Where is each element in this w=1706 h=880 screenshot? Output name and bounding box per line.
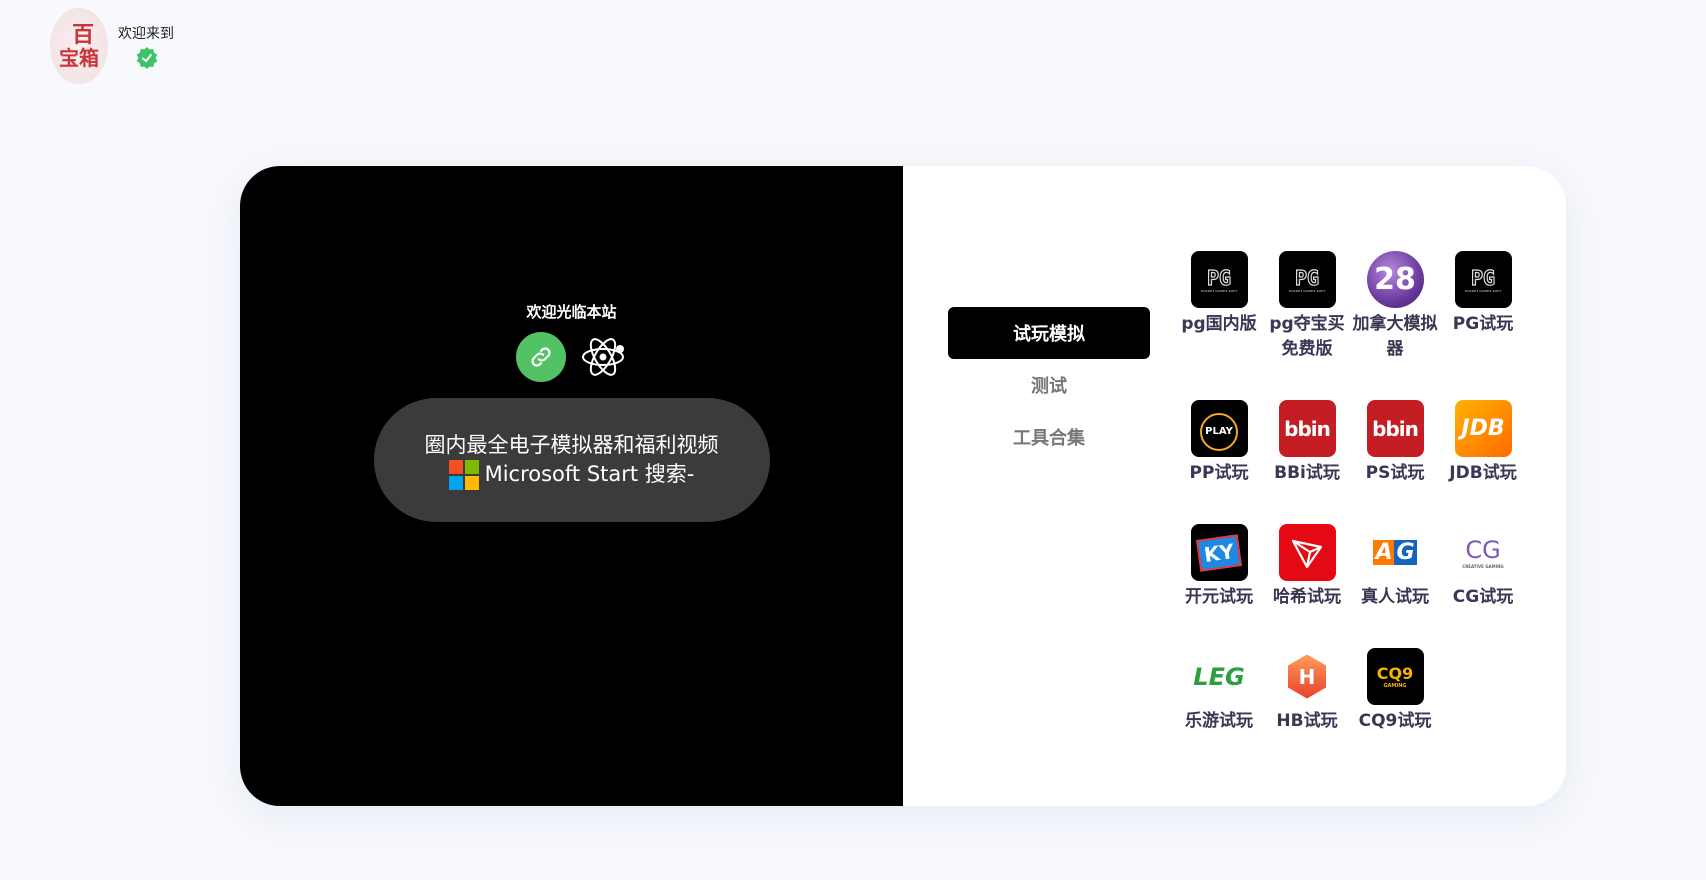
app-cg-trial[interactable]: CG CREATIVE GAMING CG试玩 (1439, 524, 1527, 648)
app-label: HB试玩 (1276, 711, 1338, 731)
pill-text-line1: 圈内最全电子模拟器和福利视频 (424, 432, 719, 457)
atom-icon[interactable] (578, 332, 628, 382)
app-label: 乐游试玩 (1185, 711, 1253, 731)
app-hb-trial[interactable]: H HB试玩 (1263, 648, 1351, 772)
app-label: pg国内版 (1181, 314, 1257, 334)
app-canada-sim[interactable]: 28 加拿大模拟器 (1351, 251, 1439, 400)
app-label: PP试玩 (1189, 463, 1249, 483)
main-card: 欢迎光临本站 圈内最全电子模拟器和福利视频 Microsoft Start 搜索… (240, 166, 1566, 806)
leg-logo-icon: LEG (1190, 648, 1248, 705)
ag-logo-icon: A G (1366, 524, 1424, 581)
app-label: BBi试玩 (1274, 463, 1340, 483)
app-pg-treasure[interactable]: PG POCKET GAMES SOFT pg夺宝买免费版 (1263, 251, 1351, 400)
app-live-trial[interactable]: A G 真人试玩 (1351, 524, 1439, 648)
svg-text:POCKET GAMES SOFT: POCKET GAMES SOFT (1289, 289, 1326, 293)
tron-logo-icon (1278, 524, 1336, 581)
pg-logo-icon: PG POCKET GAMES SOFT (1454, 251, 1512, 308)
microsoft-logo-icon (448, 459, 479, 490)
tab-test[interactable]: 测试 (948, 359, 1150, 411)
site-header: 百 宝 箱 欢迎来到 (50, 8, 174, 84)
pp-play-logo-icon: PLAY (1190, 400, 1248, 457)
bbin-logo-icon: bbin (1366, 400, 1424, 457)
left-panel: 欢迎光临本站 圈内最全电子模拟器和福利视频 Microsoft Start 搜索… (240, 166, 903, 806)
svg-text:POCKET GAMES SOFT: POCKET GAMES SOFT (1201, 289, 1238, 293)
app-pp-trial[interactable]: PLAY PP试玩 (1175, 400, 1263, 524)
app-label: CQ9试玩 (1358, 711, 1432, 731)
tab-trial-sim[interactable]: 试玩模拟 (948, 307, 1150, 359)
svg-text:PG: PG (1295, 266, 1319, 290)
app-bbi-trial[interactable]: bbin BBi试玩 (1263, 400, 1351, 524)
logo-char: 百 (71, 22, 94, 48)
ky-logo-icon: KY (1190, 524, 1248, 581)
app-row: KY 开元试玩 哈希试玩 A G 真人试玩 CG CREATIVE GAMING… (1175, 524, 1535, 648)
pill-text-line2: Microsoft Start 搜索- (484, 462, 695, 486)
app-label: JDB试玩 (1449, 463, 1517, 483)
tab-tools[interactable]: 工具合集 (948, 411, 1150, 463)
pg-logo-icon: PG POCKET GAMES SOFT (1190, 251, 1248, 308)
app-label: CG试玩 (1452, 587, 1514, 607)
canada28-logo-icon: 28 (1366, 251, 1424, 308)
pg-logo-icon: PG POCKET GAMES SOFT (1278, 251, 1336, 308)
pill-line2: Microsoft Start 搜索- (448, 459, 695, 490)
app-hash-trial[interactable]: 哈希试玩 (1263, 524, 1351, 648)
welcome-text: 欢迎来到 (118, 26, 174, 42)
app-label: 哈希试玩 (1273, 587, 1341, 607)
bbin-logo-icon: bbin (1278, 400, 1336, 457)
left-title: 欢迎光临本站 (526, 303, 617, 321)
logo-row: 宝 箱 (59, 48, 99, 68)
promo-pill: 圈内最全电子模拟器和福利视频 Microsoft Start 搜索- (373, 398, 770, 522)
app-ps-trial[interactable]: bbin PS试玩 (1351, 400, 1439, 524)
svg-text:PG: PG (1471, 266, 1495, 290)
cq9-logo-icon: CQ9 GAMING (1366, 648, 1424, 705)
hb-logo-icon: H (1278, 648, 1336, 705)
link-icon[interactable] (515, 332, 566, 382)
jdb-logo-icon: JDB (1454, 400, 1512, 457)
verified-badge-icon (136, 47, 158, 69)
app-label: 真人试玩 (1361, 587, 1429, 607)
app-cq9-trial[interactable]: CQ9 GAMING CQ9试玩 (1351, 648, 1439, 772)
logo-char: 箱 (79, 46, 99, 70)
logo-char: 宝 (59, 46, 79, 70)
app-leyou-trial[interactable]: LEG 乐游试玩 (1175, 648, 1263, 772)
tab-list: 试玩模拟 测试 工具合集 (948, 307, 1150, 463)
welcome-block: 欢迎来到 (118, 23, 174, 69)
cg-logo-icon: CG CREATIVE GAMING (1454, 524, 1512, 581)
app-jdb-trial[interactable]: JDB JDB试玩 (1439, 400, 1527, 524)
app-row: PLAY PP试玩 bbin BBi试玩 bbin PS试玩 JDB JDB试玩 (1175, 400, 1535, 524)
svg-text:POCKET GAMES SOFT: POCKET GAMES SOFT (1465, 289, 1502, 293)
app-label: PS试玩 (1365, 463, 1425, 483)
app-grid: PG POCKET GAMES SOFT pg国内版 PG POCKET GAMES… (1175, 251, 1535, 772)
right-panel: 试玩模拟 测试 工具合集 PG POCKET GAMES SOFT pg国内版 P… (903, 166, 1566, 806)
app-label: 加拿大模拟器 (1352, 314, 1438, 359)
app-label: 开元试玩 (1185, 587, 1253, 607)
check-icon (142, 54, 152, 62)
app-kaiyuan-trial[interactable]: KY 开元试玩 (1175, 524, 1263, 648)
site-logo[interactable]: 百 宝 箱 (50, 8, 108, 84)
app-pg-trial[interactable]: PG POCKET GAMES SOFT PG试玩 (1439, 251, 1527, 400)
app-row: PG POCKET GAMES SOFT pg国内版 PG POCKET GAMES… (1175, 251, 1535, 400)
app-row: LEG 乐游试玩 H HB试玩 CQ9 GAMING CQ9试玩 (1175, 648, 1535, 772)
app-pg-domestic[interactable]: PG POCKET GAMES SOFT pg国内版 (1175, 251, 1263, 400)
left-icon-row (515, 332, 628, 382)
app-label: PG试玩 (1452, 314, 1514, 334)
svg-text:PG: PG (1207, 266, 1231, 290)
app-label: pg夺宝买免费版 (1269, 314, 1345, 359)
